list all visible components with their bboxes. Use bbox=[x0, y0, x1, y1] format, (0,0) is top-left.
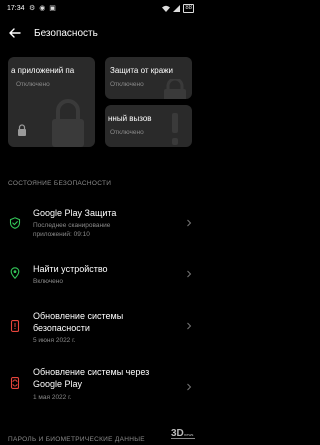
3dnews-logo: 3D news bbox=[171, 428, 195, 439]
shield-check-icon bbox=[9, 217, 21, 229]
section-header-security-status: СОСТОЯНИЕ БЕЗОПАСНОСТИ bbox=[8, 180, 112, 187]
signal-icon bbox=[173, 5, 181, 12]
card-title: а приложений па bbox=[11, 66, 75, 75]
status-bar: 17:34 ⚙ ◉ ▣ 88 bbox=[0, 0, 200, 18]
page-title: Безопасность bbox=[34, 28, 98, 39]
back-arrow-icon[interactable] bbox=[8, 26, 22, 40]
item-title: Найти устройство bbox=[33, 264, 108, 274]
item-title: Обновление системы безопасности bbox=[33, 311, 124, 333]
chevron-right-icon bbox=[187, 322, 192, 330]
status-system-icons: 88 bbox=[162, 4, 194, 13]
item-subtitle: Последнее сканирование приложений: 09:10 bbox=[33, 222, 111, 238]
card-app-lock[interactable]: а приложений па Отключено bbox=[8, 57, 95, 147]
small-lock-icon bbox=[18, 124, 26, 136]
item-subtitle: Включено bbox=[33, 278, 63, 285]
phone-alert-icon bbox=[10, 320, 20, 332]
card-theft-protection[interactable]: Защита от кражи Отключено bbox=[105, 57, 192, 99]
app-header: Безопасность bbox=[0, 20, 200, 48]
card-status: Отключено bbox=[110, 129, 144, 136]
list-item-find-device[interactable]: Найти устройство Включено bbox=[0, 259, 200, 289]
card-emergency-call[interactable]: нный вызов Отключено bbox=[105, 105, 192, 147]
wifi-icon bbox=[162, 5, 171, 12]
section-header-password-biometrics: ПАРОЛЬ И БИОМЕТРИЧЕСКИЕ ДАННЫЕ bbox=[8, 436, 145, 443]
chevron-right-icon bbox=[187, 383, 192, 391]
item-title: Google Play Защита bbox=[33, 208, 117, 218]
item-title: Обновление системы через Google Play bbox=[33, 367, 150, 389]
card-title: нный вызов bbox=[108, 114, 152, 123]
card-title: Защита от кражи bbox=[110, 66, 173, 75]
phone-sync-icon bbox=[10, 377, 20, 389]
card-status: Отключено bbox=[110, 81, 144, 88]
padlock-icon bbox=[164, 79, 186, 99]
status-notification-icons: ⚙ ◉ ▣ bbox=[29, 5, 57, 12]
location-pin-icon bbox=[10, 267, 20, 279]
padlock-icon bbox=[52, 99, 84, 147]
list-item-google-play-protect[interactable]: Google Play Защита Последнее сканировани… bbox=[0, 203, 200, 243]
chevron-right-icon bbox=[187, 219, 192, 227]
item-subtitle: 1 мая 2022 г. bbox=[33, 394, 72, 401]
list-item-google-play-system-update[interactable]: Обновление системы через Google Play 1 м… bbox=[0, 363, 200, 408]
chevron-right-icon bbox=[187, 270, 192, 278]
svg-text:news: news bbox=[184, 432, 193, 437]
exclamation-icon bbox=[172, 113, 178, 145]
battery-icon: 88 bbox=[183, 4, 194, 13]
card-status: Отключено bbox=[16, 81, 50, 88]
list-item-security-update[interactable]: Обновление системы безопасности 5 июня 2… bbox=[0, 308, 200, 348]
status-time: 17:34 bbox=[7, 5, 25, 12]
svg-text:3D: 3D bbox=[171, 428, 184, 439]
item-subtitle: 5 июня 2022 г. bbox=[33, 337, 76, 344]
